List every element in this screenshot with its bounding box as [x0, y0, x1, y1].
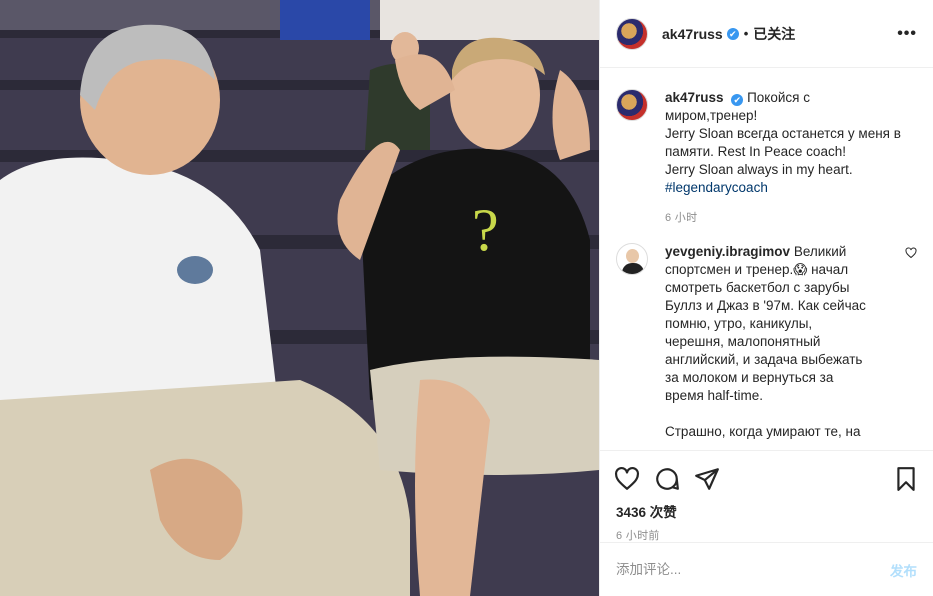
- comment-line: спортсмен и тренер.😱 начал: [665, 262, 849, 277]
- caption-avatar[interactable]: [616, 89, 648, 121]
- caption-line: Jerry Sloan всегда останется у меня в: [665, 126, 901, 141]
- comment-line: время half-time.: [665, 388, 764, 403]
- share-paper-plane-icon[interactable]: [694, 466, 720, 492]
- post-comment-button[interactable]: 发布: [890, 560, 917, 580]
- like-count[interactable]: 3436 次赞: [600, 497, 933, 521]
- caption-line: памяти. Rest In Peace coach!: [665, 144, 846, 159]
- save-bookmark-icon[interactable]: [893, 466, 919, 492]
- action-icons-row: [600, 451, 933, 497]
- author-username[interactable]: ak47russ: [662, 26, 723, 42]
- comment-text: yevgeniy.ibragimov Великий спортсмен и т…: [665, 243, 897, 441]
- follow-status-button[interactable]: 已关注: [753, 24, 795, 44]
- post-time[interactable]: 6 小时前: [600, 521, 933, 543]
- like-heart-icon[interactable]: [614, 466, 640, 492]
- comment-line: Великий: [793, 244, 847, 259]
- caption-username[interactable]: ak47russ: [665, 90, 724, 105]
- post-actions: 3436 次赞 6 小时前 发布: [600, 450, 933, 596]
- instagram-post-modal: ? ak47russ ✔ • 已关注 ••• ak47russ ✔ Покойс…: [0, 0, 933, 596]
- separator-dot: •: [743, 26, 749, 41]
- comment-line: Буллз и Джаз в '97м. Как сейчас: [665, 298, 866, 313]
- comment-line: помню, утро, каникулы,: [665, 316, 813, 331]
- more-options-icon[interactable]: •••: [897, 25, 917, 43]
- verified-badge-icon: ✔: [726, 27, 739, 40]
- post-photo[interactable]: ?: [0, 0, 599, 596]
- comments-list[interactable]: ak47russ ✔ Покойся с миром,тренер! Jerry…: [600, 69, 933, 450]
- post-photo-image: ?: [0, 0, 599, 596]
- comment-line: смотреть баскетбол с зарубы: [665, 280, 850, 295]
- post-header: ak47russ ✔ • 已关注 •••: [600, 0, 933, 68]
- caption-line: миром,тренер!: [665, 108, 758, 123]
- caption-text: ak47russ ✔ Покойся с миром,тренер! Jerry…: [665, 89, 917, 227]
- comment-line: за молоком и вернуться за: [665, 370, 834, 385]
- shirt-question-mark: ?: [472, 197, 499, 263]
- commenter-avatar[interactable]: [616, 243, 648, 275]
- add-comment-bar: 发布: [600, 542, 933, 596]
- comment-line: Страшно, когда умирают те, на: [665, 424, 861, 439]
- caption-line: Покойся с: [747, 90, 810, 105]
- caption-time[interactable]: 6 小时: [665, 209, 917, 227]
- comment-line: черешня, малопонятный: [665, 334, 821, 349]
- caption-line: Jerry Sloan always in my heart.: [665, 162, 853, 177]
- hashtag-link[interactable]: #legendarycoach: [665, 180, 768, 195]
- post-side-panel: ak47russ ✔ • 已关注 ••• ak47russ ✔ Покойся …: [599, 0, 933, 596]
- caption-item: ak47russ ✔ Покойся с миром,тренер! Jerry…: [616, 89, 917, 227]
- verified-badge-icon: ✔: [731, 94, 744, 106]
- comment-item: yevgeniy.ibragimov Великий спортсмен и т…: [616, 243, 917, 441]
- comment-like-heart-icon[interactable]: [905, 247, 917, 259]
- comment-bubble-icon[interactable]: [654, 466, 680, 492]
- comment-line: английский, и задача выбежать: [665, 352, 863, 367]
- commenter-username[interactable]: yevgeniy.ibragimov: [665, 244, 790, 259]
- author-avatar[interactable]: [616, 17, 648, 50]
- add-comment-input[interactable]: [616, 562, 890, 577]
